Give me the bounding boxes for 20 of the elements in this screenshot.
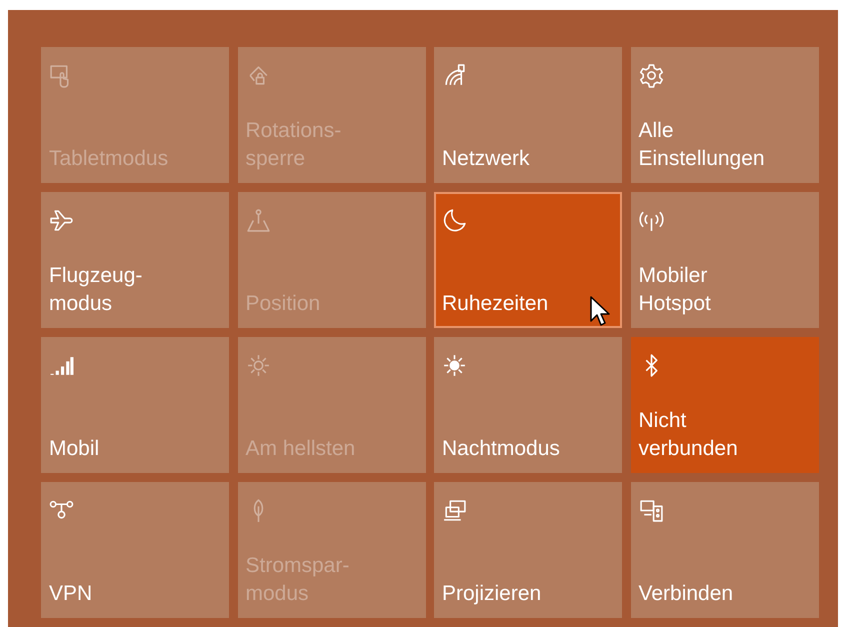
quick-action-tile[interactable]: Nachtmodus [434,337,622,473]
pointer-cursor-icon [590,296,610,326]
sun-icon [246,353,270,378]
location-icon [246,208,270,233]
quick-action-tile[interactable]: Ruhezeiten [434,192,622,328]
quick-action-tile[interactable]: Nicht verbunden [630,337,818,473]
quick-action-tile[interactable]: Alle Einstellungen [630,47,818,183]
quick-action-tile[interactable]: Mobiler Hotspot [630,192,818,328]
quick-action-tile[interactable]: Mobil [41,337,229,473]
moon-icon [442,208,467,233]
sun-icon [442,353,467,378]
settings-icon [638,63,664,88]
quick-action-tile[interactable]: Verbinden [630,482,818,618]
quick-action-tile[interactable]: Flugzeug- modus [41,192,229,328]
project-icon [442,498,467,523]
quick-action-tile[interactable]: Netzwerk [434,47,622,183]
quick-action-tile[interactable]: Projizieren [434,482,622,618]
airplane-icon [49,208,74,233]
quick-action-tile[interactable]: VPN [41,482,229,618]
connect-devices-icon [638,498,664,523]
